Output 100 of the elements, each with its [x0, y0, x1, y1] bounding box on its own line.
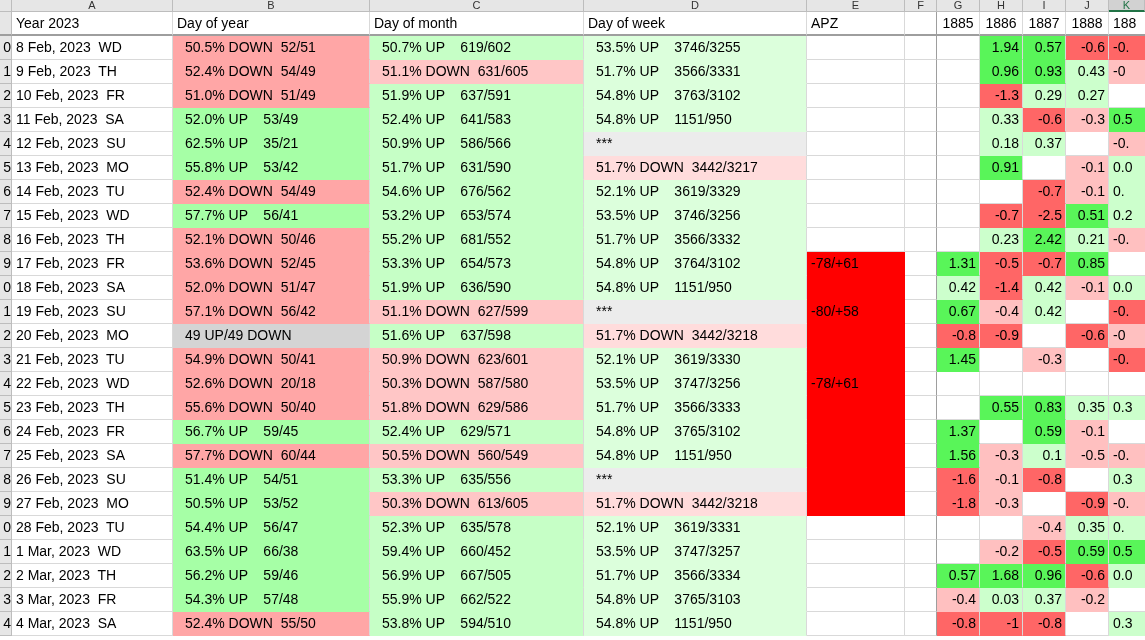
- table-cell: 52.1% UP 3619/3329: [584, 180, 807, 204]
- row-header[interactable]: 3: [0, 588, 12, 612]
- row-header[interactable]: 4: [0, 372, 12, 396]
- row-header[interactable]: 3: [0, 348, 12, 372]
- table-cell: 54.8% UP 3765/3102: [584, 420, 807, 444]
- table-cell: 51.9% UP 637/591: [370, 84, 584, 108]
- table-cell: 63.5% UP 66/38: [173, 540, 370, 564]
- table-cell: 0.42: [1023, 300, 1066, 324]
- table-cell: -0.6: [1066, 324, 1109, 348]
- table-cell: 21 Feb, 2023 TU: [12, 348, 173, 372]
- row-header[interactable]: 7: [0, 444, 12, 468]
- table-cell: 11 Feb, 2023 SA: [12, 108, 173, 132]
- table-cell: 52.1% UP 3619/3331: [584, 516, 807, 540]
- table-cell: 50.5% DOWN 560/549: [370, 444, 584, 468]
- table-cell: 54.8% UP 1151/950: [584, 612, 807, 636]
- row-header[interactable]: 2: [0, 324, 12, 348]
- table-cell: 0.23: [980, 228, 1023, 252]
- column-title: 1888: [1066, 12, 1109, 36]
- table-cell: -0.3: [1023, 348, 1066, 372]
- table-cell: 1.56: [937, 444, 980, 468]
- row-header[interactable]: 9: [0, 492, 12, 516]
- column-header[interactable]: H: [980, 0, 1023, 12]
- table-cell: -0.: [1109, 228, 1145, 252]
- table-cell: 0.42: [1023, 276, 1066, 300]
- table-cell: 0.21: [1066, 228, 1109, 252]
- column-header[interactable]: B: [173, 0, 370, 12]
- table-cell: 1.94: [980, 36, 1023, 60]
- row-header[interactable]: 0: [0, 516, 12, 540]
- table-cell: 50.3% DOWN 613/605: [370, 492, 584, 516]
- table-cell: 51.7% DOWN 3442/3217: [584, 156, 807, 180]
- table-cell: 13 Feb, 2023 MO: [12, 156, 173, 180]
- column-header[interactable]: A: [12, 0, 173, 12]
- table-cell: -0.5: [980, 252, 1023, 276]
- table-cell: 54.8% UP 1151/950: [584, 276, 807, 300]
- table-cell: -0.8: [937, 324, 980, 348]
- table-cell: -0.8: [937, 612, 980, 636]
- row-header[interactable]: 8: [0, 468, 12, 492]
- table-cell: 52.4% DOWN 54/49: [173, 60, 370, 84]
- table-cell: 14 Feb, 2023 TU: [12, 180, 173, 204]
- column-header[interactable]: G: [937, 0, 980, 12]
- row-header[interactable]: 5: [0, 396, 12, 420]
- table-cell: 0.5: [1109, 540, 1145, 564]
- row-header[interactable]: 3: [0, 108, 12, 132]
- row-header[interactable]: 1: [0, 60, 12, 84]
- row-header[interactable]: 1: [0, 540, 12, 564]
- table-cell: -0.3: [980, 444, 1023, 468]
- table-cell: -0.3: [1066, 108, 1109, 132]
- table-cell: 12 Feb, 2023 SU: [12, 132, 173, 156]
- row-header[interactable]: 0: [0, 276, 12, 300]
- table-cell: 51.0% DOWN 51/49: [173, 84, 370, 108]
- table-cell: 49 UP/49 DOWN: [173, 324, 370, 348]
- row-header[interactable]: 2: [0, 84, 12, 108]
- row-header[interactable]: 1: [0, 300, 12, 324]
- table-cell: -0.6: [1066, 36, 1109, 60]
- table-cell: 51.7% DOWN 3442/3218: [584, 324, 807, 348]
- table-cell: 53.2% UP 653/574: [370, 204, 584, 228]
- table-cell: 0.57: [937, 564, 980, 588]
- table-cell: 50.9% UP 586/566: [370, 132, 584, 156]
- column-header[interactable]: F: [905, 0, 937, 12]
- row-header[interactable]: 9: [0, 252, 12, 276]
- table-cell: -0.: [1109, 300, 1145, 324]
- row-header[interactable]: 4: [0, 132, 12, 156]
- column-header[interactable]: K: [1109, 0, 1145, 12]
- column-header[interactable]: I: [1023, 0, 1066, 12]
- table-cell: 52.4% UP 641/583: [370, 108, 584, 132]
- row-header[interactable]: 7: [0, 204, 12, 228]
- table-cell: 0.59: [1023, 420, 1066, 444]
- table-cell: 53.5% UP 3746/3256: [584, 204, 807, 228]
- table-cell: 0.83: [1023, 396, 1066, 420]
- table-cell: 0.0: [1109, 564, 1145, 588]
- table-cell: 20 Feb, 2023 MO: [12, 324, 173, 348]
- column-header[interactable]: E: [807, 0, 905, 12]
- column-header[interactable]: C: [370, 0, 584, 12]
- row-header[interactable]: 5: [0, 156, 12, 180]
- table-cell: 0.59: [1066, 540, 1109, 564]
- table-cell: 0.0: [1109, 156, 1145, 180]
- table-cell: 51.7% UP 3566/3334: [584, 564, 807, 588]
- column-header[interactable]: J: [1066, 0, 1109, 12]
- table-cell: -0.6: [1023, 108, 1066, 132]
- row-header[interactable]: 0: [0, 36, 12, 60]
- table-cell: 55.9% UP 662/522: [370, 588, 584, 612]
- row-header[interactable]: 2: [0, 564, 12, 588]
- select-all-corner[interactable]: [0, 0, 12, 12]
- column-title: Day of week: [584, 12, 807, 36]
- table-cell: -1.8: [937, 492, 980, 516]
- row-header[interactable]: 8: [0, 228, 12, 252]
- table-cell: 28 Feb, 2023 TU: [12, 516, 173, 540]
- column-title: Day of month: [370, 12, 584, 36]
- table-cell: 50.5% UP 53/52: [173, 492, 370, 516]
- row-header[interactable]: 6: [0, 420, 12, 444]
- row-header[interactable]: 6: [0, 180, 12, 204]
- table-cell: 22 Feb, 2023 WD: [12, 372, 173, 396]
- table-cell: 9 Feb, 2023 TH: [12, 60, 173, 84]
- table-cell: 26 Feb, 2023 SU: [12, 468, 173, 492]
- row-header[interactable]: [0, 12, 12, 36]
- table-cell: -0.2: [1066, 588, 1109, 612]
- row-header[interactable]: 4: [0, 612, 12, 636]
- table-cell: 15 Feb, 2023 WD: [12, 204, 173, 228]
- table-cell: 0.91: [980, 156, 1023, 180]
- column-header[interactable]: D: [584, 0, 807, 12]
